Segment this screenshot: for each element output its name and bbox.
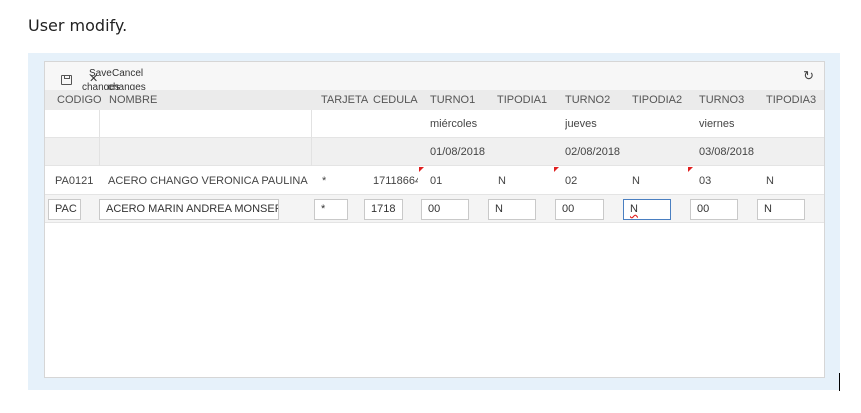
- column-header-tipodia1[interactable]: TIPODIA1: [497, 90, 547, 110]
- cell-tipodia1[interactable]: N: [498, 167, 506, 195]
- cell-turno1[interactable]: 01: [430, 167, 442, 195]
- day-name-row: miércoles jueves viernes: [45, 110, 824, 138]
- turno3-day: viernes: [699, 118, 735, 130]
- grid-frame: Save changes ✕ Cancel changes ↻ CODIGO N…: [28, 53, 840, 390]
- turno2-date: 02/08/2018: [565, 146, 621, 158]
- column-header-turno2[interactable]: TURNO2: [565, 90, 610, 110]
- tipodia1-input[interactable]: N: [488, 199, 536, 220]
- cancel-label-top: Cancel: [112, 68, 144, 79]
- column-header-tipodia2[interactable]: TIPODIA2: [632, 90, 682, 110]
- cell-nombre[interactable]: ACERO CHANGO VERONICA PAULINA: [108, 167, 308, 195]
- cell-tipodia3[interactable]: N: [766, 167, 774, 195]
- editing-row[interactable]: PAC ACERO MARIN ANDREA MONSEF * 1718 00 …: [45, 195, 824, 223]
- date-row: 01/08/2018 02/08/2018 03/08/2018: [45, 138, 824, 166]
- dirty-marker: [419, 167, 424, 172]
- turno3-input[interactable]: 00: [690, 199, 738, 220]
- nombre-input[interactable]: ACERO MARIN ANDREA MONSEF: [99, 199, 279, 220]
- turno1-date: 01/08/2018: [430, 146, 486, 158]
- cell-turno2[interactable]: 02: [565, 167, 577, 195]
- codigo-input[interactable]: PAC: [48, 199, 81, 220]
- cell-tipodia2[interactable]: N: [632, 167, 640, 195]
- text-cursor: [839, 373, 840, 391]
- tarjeta-input[interactable]: *: [314, 199, 348, 220]
- data-grid: Save changes ✕ Cancel changes ↻ CODIGO N…: [44, 61, 825, 378]
- turno2-day: jueves: [565, 118, 597, 130]
- column-divider: [311, 110, 312, 166]
- tipodia2-input[interactable]: N: [623, 199, 671, 220]
- cell-tarjeta[interactable]: *: [322, 167, 326, 195]
- column-divider: [99, 110, 100, 166]
- dirty-marker: [688, 167, 693, 172]
- column-header-nombre[interactable]: NOMBRE: [109, 90, 157, 110]
- save-icon: [61, 75, 72, 85]
- page-caption: User modify.: [28, 16, 128, 35]
- turno3-date: 03/08/2018: [699, 146, 755, 158]
- cell-turno3[interactable]: 03: [699, 167, 711, 195]
- refresh-icon[interactable]: ↻: [803, 68, 814, 84]
- column-header-cedula[interactable]: CEDULA: [373, 90, 418, 110]
- tipodia2-input-value: N: [630, 203, 638, 215]
- column-header-tarjeta[interactable]: TARJETA: [321, 90, 368, 110]
- turno1-input[interactable]: 00: [421, 199, 469, 220]
- cedula-input[interactable]: 1718: [364, 199, 403, 220]
- column-header-tipodia3[interactable]: TIPODIA3: [766, 90, 816, 110]
- table-row[interactable]: PA0121 ACERO CHANGO VERONICA PAULINA * 1…: [45, 167, 824, 195]
- turno1-day: miércoles: [430, 118, 478, 130]
- grid-toolbar: Save changes ✕ Cancel changes ↻: [45, 62, 824, 93]
- dirty-marker: [554, 167, 559, 172]
- column-header-turno1[interactable]: TURNO1: [430, 90, 475, 110]
- cell-codigo[interactable]: PA0121: [55, 167, 93, 195]
- column-header-turno3[interactable]: TURNO3: [699, 90, 744, 110]
- column-header-codigo[interactable]: CODIGO: [57, 90, 102, 110]
- turno2-input[interactable]: 00: [555, 199, 604, 220]
- cell-cedula[interactable]: 171186646: [373, 167, 418, 195]
- tipodia3-input[interactable]: N: [757, 199, 805, 220]
- close-icon: ✕: [89, 73, 99, 85]
